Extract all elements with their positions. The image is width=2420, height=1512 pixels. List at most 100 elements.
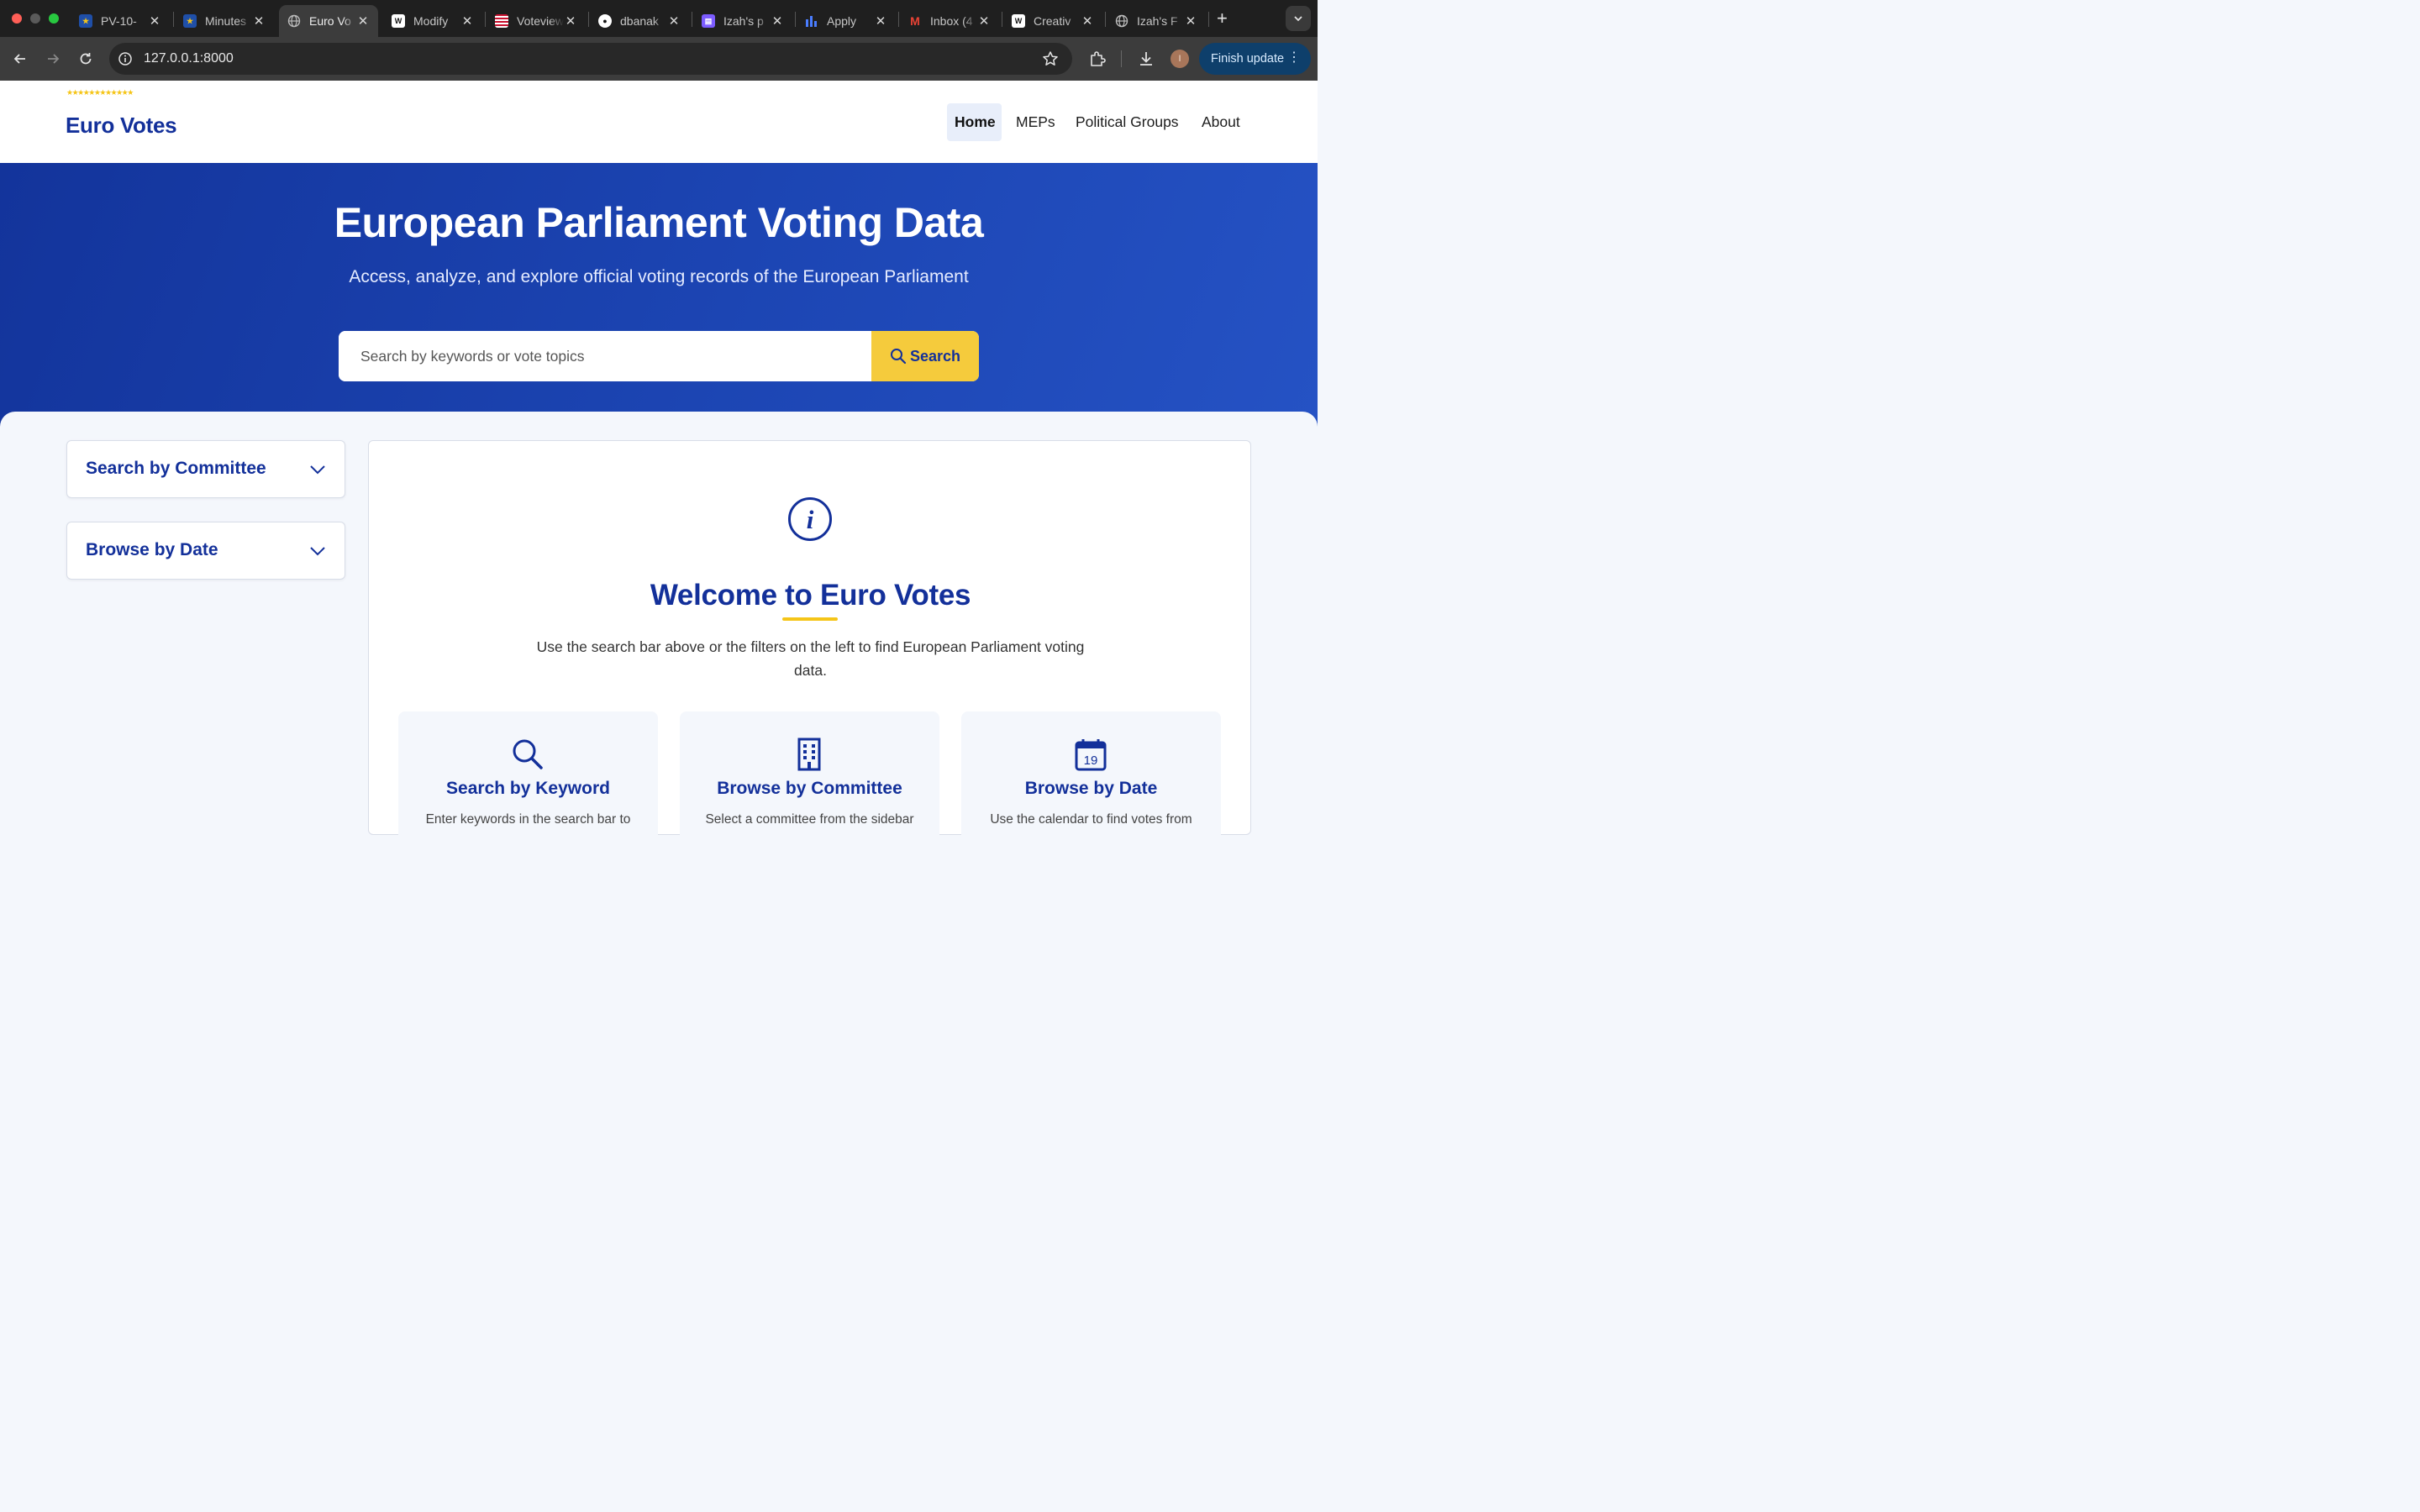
tab-title: Euro Vo — [309, 14, 351, 28]
close-tab-icon[interactable]: ✕ — [771, 13, 784, 29]
new-tab-button[interactable]: + — [1217, 8, 1228, 29]
tab-search-button[interactable] — [1286, 6, 1311, 31]
tab-title: Izah's F — [1137, 14, 1178, 28]
tab-title: Apply — [827, 14, 857, 28]
browser-tab[interactable]: W Creativ ✕ — [1003, 5, 1102, 37]
tab-title: Inbox (4 — [930, 14, 973, 28]
globe-icon — [1115, 14, 1128, 28]
finish-update-button[interactable]: Finish update ⋮ — [1199, 43, 1311, 75]
tab-title: PV-10- — [101, 14, 137, 28]
chevron-down-icon — [310, 465, 325, 475]
browser-tab-active[interactable]: Euro Vo ✕ — [279, 5, 378, 37]
nav-meps[interactable]: MEPs — [1008, 103, 1063, 141]
close-tab-icon[interactable]: ✕ — [874, 13, 887, 29]
toolbar-divider — [1121, 50, 1122, 67]
close-tab-icon[interactable]: ✕ — [564, 13, 577, 29]
profile-avatar[interactable]: I — [1171, 50, 1189, 68]
download-icon[interactable] — [1137, 50, 1155, 72]
committee-accordion[interactable]: Search by Committee — [66, 440, 345, 498]
browser-tab[interactable]: ▤ Izah's p ✕ — [693, 5, 792, 37]
browser-toolbar: 127.0.0.1:8000 I Finish update ⋮ — [0, 37, 1318, 81]
github-icon: ● — [598, 14, 612, 28]
address-bar[interactable]: 127.0.0.1:8000 — [109, 43, 1072, 75]
welcome-text: Use the search bar above or the filters … — [536, 638, 1085, 679]
tab-divider — [485, 12, 486, 27]
us-flag-icon — [495, 14, 508, 28]
extensions-icon[interactable] — [1088, 50, 1107, 72]
reload-icon — [80, 53, 92, 65]
hero-title: European Parliament Voting Data — [334, 199, 984, 246]
back-button[interactable] — [10, 49, 30, 69]
reload-button[interactable] — [76, 49, 96, 69]
bookmark-star-icon[interactable] — [1042, 50, 1059, 71]
close-tab-icon[interactable]: ✕ — [356, 13, 370, 29]
browser-tab-strip: ★ PV-10- ✕ ★ Minutes ✕ Euro Vo ✕ W Modif… — [0, 0, 1318, 37]
feature-card-text: Select a committee from the sidebar — [705, 812, 914, 827]
webflow-icon: W — [1012, 14, 1025, 28]
close-tab-icon[interactable]: ✕ — [1184, 13, 1197, 29]
tab-title: Modify — [413, 14, 449, 28]
close-tab-icon[interactable]: ✕ — [148, 13, 161, 29]
feature-card-keyword: Search by Keyword Enter keywords in the … — [398, 711, 658, 846]
calendar-app-icon: ▤ — [702, 14, 715, 28]
close-tab-icon[interactable]: ✕ — [977, 13, 991, 29]
feature-card-text: Use the calendar to find votes from — [990, 812, 1192, 827]
close-tab-icon[interactable]: ✕ — [667, 13, 681, 29]
tab-title: Izah's p — [723, 14, 764, 28]
site-info-icon[interactable] — [118, 51, 133, 71]
tab-divider — [898, 12, 899, 27]
site-brand-link[interactable]: Euro Votes — [66, 113, 177, 139]
nav-about[interactable]: About — [1194, 103, 1248, 141]
arrow-right-icon — [48, 54, 60, 64]
browser-tab[interactable]: Voteview ✕ — [487, 5, 586, 37]
browser-tab[interactable]: ★ Minutes ✕ — [175, 5, 274, 37]
zoom-window-button[interactable] — [49, 13, 59, 24]
minimize-window-button[interactable] — [30, 13, 40, 24]
tab-title: dbanak — [620, 14, 659, 28]
welcome-panel: i Welcome to Euro Votes Use the search b… — [368, 440, 1251, 846]
nav-political-groups[interactable]: Political Groups — [1068, 103, 1186, 141]
eu-flag-icon: ★ — [79, 14, 92, 28]
chevron-down-icon — [310, 547, 325, 556]
svg-text:i: i — [807, 505, 814, 534]
browser-tab[interactable]: M Inbox (4 ✕ — [900, 5, 999, 37]
globe-icon — [287, 14, 301, 28]
more-menu-icon[interactable]: ⋮ — [1287, 50, 1301, 66]
tab-divider — [1105, 12, 1106, 27]
bar-chart-icon — [805, 14, 818, 28]
feature-card-text: Enter keywords in the search bar to — [425, 812, 631, 827]
gmail-icon: M — [910, 14, 920, 28]
site-header: ★★★★★★★★★★★★ Euro Votes Home MEPs Politi… — [0, 81, 1318, 163]
close-tab-icon[interactable]: ✕ — [460, 13, 474, 29]
browser-tab[interactable]: Apply ✕ — [797, 5, 896, 37]
tab-title: Creativ — [1034, 14, 1071, 28]
tab-divider — [1208, 12, 1209, 27]
eu-stars-logo: ★★★★★★★★★★★★ — [66, 88, 134, 97]
feature-card-title: Browse by Committee — [717, 779, 902, 798]
finish-update-label: Finish update — [1211, 52, 1285, 66]
eu-flag-icon: ★ — [183, 14, 197, 28]
feature-card-date: 19 Browse by Date Use the calendar to fi… — [961, 711, 1221, 846]
forward-button[interactable] — [43, 49, 63, 69]
tab-divider — [588, 12, 589, 27]
date-accordion[interactable]: Browse by Date — [66, 522, 345, 580]
browser-tab[interactable]: Izah's F ✕ — [1107, 5, 1206, 37]
building-icon — [797, 738, 821, 771]
chevron-down-icon — [1294, 16, 1302, 22]
welcome-title: Welcome to Euro Votes — [650, 579, 971, 612]
search-button[interactable]: Search — [871, 331, 979, 381]
url-text: 127.0.0.1:8000 — [144, 51, 234, 66]
date-accordion-title: Browse by Date — [86, 540, 218, 559]
nav-home[interactable]: Home — [947, 103, 1002, 141]
hero-section: European Parliament Voting Data Access, … — [0, 163, 1318, 432]
browser-tab[interactable]: ★ PV-10- ✕ — [71, 5, 170, 37]
browser-tab[interactable]: ● dbanak ✕ — [590, 5, 689, 37]
search-button-label: Search — [909, 347, 961, 365]
close-window-button[interactable] — [12, 13, 22, 24]
close-tab-icon[interactable]: ✕ — [252, 13, 266, 29]
browser-tab[interactable]: W Modify ✕ — [383, 5, 482, 37]
arrow-left-icon — [13, 54, 25, 64]
search-input[interactable] — [339, 331, 871, 381]
calendar-day-label: 19 — [1084, 753, 1098, 768]
close-tab-icon[interactable]: ✕ — [1081, 13, 1094, 29]
